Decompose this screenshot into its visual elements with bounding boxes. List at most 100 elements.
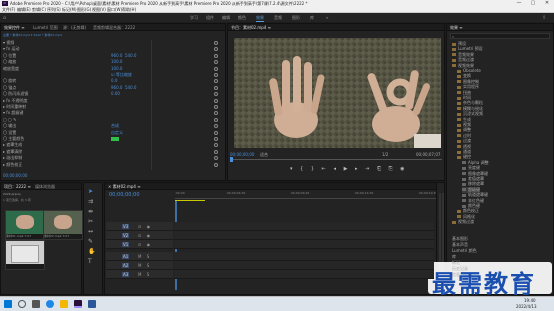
workspace-assembly[interactable]: 组件 [206, 15, 214, 21]
timeline-track-lane[interactable] [174, 222, 434, 231]
clock-time[interactable]: 19:40 [524, 298, 536, 303]
track-select-tool-icon[interactable]: ⇉ [88, 198, 93, 205]
track-eye-icon[interactable]: ⊡ ◉ [138, 233, 152, 238]
track-mute-icon[interactable]: M S [138, 272, 151, 277]
share-icon[interactable]: ⇪ [542, 15, 546, 21]
workspace-learn[interactable]: 学习 [190, 15, 198, 21]
effects-panel-title[interactable]: 效果 ≡ [450, 25, 463, 31]
reset-icon[interactable] [214, 41, 218, 45]
reset-icon[interactable] [214, 111, 218, 116]
workspace-libraries[interactable]: 库 [310, 15, 314, 21]
project-item-clip3[interactable] [5, 240, 45, 270]
play-icon[interactable]: ▶ [344, 166, 351, 172]
reset-icon[interactable] [214, 85, 218, 90]
property-value[interactable]: 合成 [111, 123, 119, 129]
track-header[interactable]: A1 M S [106, 252, 173, 261]
add-marker-icon[interactable]: ▾ [290, 166, 296, 172]
close-button[interactable]: ✕ [540, 0, 554, 7]
mark-in-icon[interactable]: { [300, 166, 306, 172]
track-name[interactable]: A1 [122, 254, 130, 259]
file-explorer-icon[interactable] [60, 300, 68, 308]
track-header[interactable]: A2 M S [106, 261, 173, 270]
timeline-timecode[interactable]: 00;00;00;00 [109, 192, 140, 198]
workspace-color[interactable]: 颜色 [238, 15, 246, 21]
timeline-track-lane[interactable] [174, 252, 434, 261]
reset-icon[interactable] [214, 98, 218, 103]
reset-icon[interactable] [214, 92, 218, 97]
go-to-out-icon[interactable]: ⇥ [365, 166, 372, 172]
step-back-icon[interactable]: ◂ [333, 166, 339, 172]
razor-tool-icon[interactable]: ✂ [88, 218, 93, 225]
lift-icon[interactable]: ⎗ [377, 166, 384, 172]
home-icon[interactable]: ⌂ [3, 15, 6, 21]
reset-icon[interactable] [214, 143, 218, 148]
property-value-2[interactable]: 540.0 [125, 85, 136, 90]
program-scrub-bar[interactable] [230, 159, 442, 160]
track-header[interactable]: V3 ⊡ ◉ [106, 222, 173, 231]
property-value[interactable]: 960.0 [111, 85, 122, 90]
pen-tool-icon[interactable]: ✎ [88, 238, 93, 245]
export-frame-icon[interactable]: ◉ [400, 166, 407, 172]
workspace-audio[interactable]: 音频 [274, 15, 282, 21]
maximize-button[interactable]: ▢ [526, 0, 540, 7]
effect-controls-mini-timeline[interactable] [151, 40, 211, 170]
property-value[interactable]: ☑ 等比缩放 [111, 72, 132, 78]
property-value[interactable]: 960.0 [111, 53, 122, 58]
word-icon[interactable] [88, 300, 96, 308]
hand-tool-icon[interactable]: ✋ [88, 248, 95, 255]
timeline-track-lane[interactable] [174, 240, 434, 249]
reset-icon[interactable] [214, 162, 218, 167]
track-mute-icon[interactable]: M S [138, 254, 151, 259]
workspace-effects[interactable]: 效果 [256, 15, 264, 22]
timeline-track-lane[interactable] [174, 231, 434, 240]
track-header[interactable]: A3 M S [106, 270, 173, 279]
timeline-sequence-tab[interactable]: × 素材02.mp4 ≡ [108, 184, 141, 190]
tab-effect-controls[interactable]: 效果控件 ≡ [4, 25, 25, 31]
track-name[interactable]: A3 [122, 272, 130, 277]
mark-out-icon[interactable]: } [311, 166, 317, 172]
start-icon[interactable] [4, 300, 12, 308]
timeline-track-lane[interactable] [174, 270, 434, 279]
timeline-ruler[interactable]: :00;00 00;00;04;29 00;00;09;29 00;00;14;… [175, 191, 443, 199]
workspaces-more-button[interactable]: » [326, 15, 328, 20]
track-name[interactable]: V1 [122, 242, 130, 247]
property-value[interactable]: 0.0 [111, 78, 117, 83]
property-value[interactable]: 0.00 [111, 91, 120, 96]
reset-icon[interactable] [214, 149, 218, 154]
track-name[interactable]: V3 [122, 224, 130, 229]
go-to-in-icon[interactable]: ⇤ [322, 166, 329, 172]
reset-icon[interactable] [214, 137, 218, 141]
panel-collapsed-tab[interactable]: 信息 [452, 272, 460, 278]
effects-list-item[interactable]: 视频过渡 [452, 219, 474, 225]
slip-tool-icon[interactable]: ↔ [88, 228, 93, 235]
reset-icon[interactable] [214, 117, 218, 122]
timeline-track-lane[interactable] [174, 261, 434, 270]
ripple-edit-tool-icon[interactable]: ⇹ [88, 208, 93, 215]
reset-icon[interactable] [214, 124, 218, 129]
property-value[interactable]: 100.0 [111, 66, 122, 71]
effects-search-input[interactable]: ⌕ [450, 33, 550, 39]
track-header[interactable]: V1 ⊡ ◉ [106, 240, 173, 249]
workspace-graphics[interactable]: 图形 [292, 15, 300, 21]
track-mute-icon[interactable]: M S [138, 263, 151, 268]
tab-project[interactable]: 项目：2222 ≡ [4, 184, 31, 190]
fit-dropdown[interactable]: 适合 [260, 152, 268, 158]
resolution-dropdown[interactable]: 1/2 [382, 152, 388, 157]
type-tool-icon[interactable]: T [88, 258, 92, 265]
edge-icon[interactable] [46, 300, 54, 308]
track-name[interactable]: A2 [122, 263, 130, 268]
clock-date[interactable]: 2022/4/13 [516, 304, 537, 309]
track-eye-icon[interactable]: ⊡ ◉ [138, 224, 152, 229]
tab-audio-mixer[interactable]: 音频剪辑混合器：2222 [93, 25, 135, 31]
tab-source[interactable]: 源：(无剪辑) [63, 25, 86, 31]
selection-tool-icon[interactable]: ➤ [88, 188, 93, 195]
track-header[interactable]: V2 ⊡ ◉ [106, 231, 173, 240]
reset-icon[interactable] [214, 60, 218, 65]
reset-icon[interactable] [214, 105, 218, 109]
property-value-2[interactable]: 540.0 [125, 53, 136, 58]
property-value[interactable]: 自定义 [111, 130, 123, 136]
program-monitor-title[interactable]: 节目：素材02.mp4 ≡ [231, 25, 271, 31]
tab-media-browser[interactable]: 媒体浏览器 [35, 184, 55, 190]
minimize-button[interactable]: — [512, 0, 526, 7]
property-value[interactable]: 100.0 [111, 59, 122, 64]
